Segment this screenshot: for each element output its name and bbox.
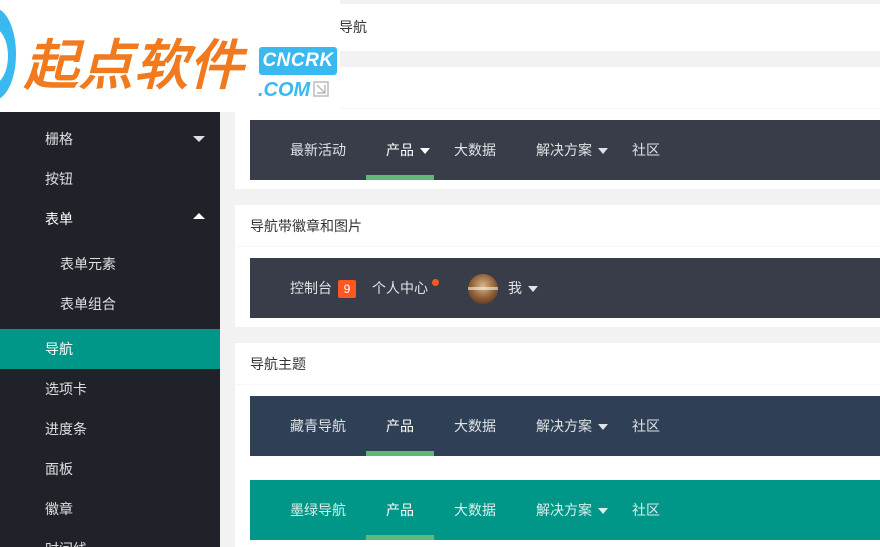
logo-text: 起点软件 [24,34,244,97]
sidebar-item-label: 面板 [45,461,73,477]
sidebar-item-label: 按钮 [45,171,73,187]
card-title: 导航主题 [235,343,880,385]
sidebar-item-label: 栅格 [45,131,73,147]
sidebar-item-label: 徽章 [45,501,73,517]
sidebar-subitem-form-group[interactable]: 表单组合 [0,284,220,324]
nav-item-label: 解决方案 [536,502,592,518]
nav-item-label: 产品 [386,142,414,158]
sidebar-subitem-form-elements[interactable]: 表单元素 [0,244,220,284]
nav-item-label: 解决方案 [536,142,592,158]
nav-item-solutions[interactable]: 解决方案 [536,120,608,180]
chevron-up-icon [193,213,205,219]
nav-item-product[interactable]: 产品 [386,120,430,180]
sidebar-item-label: 选项卡 [45,381,87,397]
nav-theme-green: 墨绿导航 产品 大数据 解决方案 社区 [250,480,880,540]
nav-item-label: 个人中心 [372,280,428,296]
nav-item-community[interactable]: 社区 [632,120,660,180]
card-theme-nav: 导航主题 藏青导航 产品 大数据 解决方案 社区 墨绿导航 产品 大数据 解决方… [235,343,880,547]
sidebar-item-nav[interactable]: 导航 [0,329,220,369]
nav-badge: 控制台 9 个人中心 我 [250,258,880,318]
chevron-down-icon [528,286,538,293]
logo-domain: .COM [258,79,311,101]
active-underline [366,535,434,540]
nav-item-community[interactable]: 社区 [632,396,660,456]
active-underline [366,175,434,180]
sidebar-item-label: 导航 [45,341,73,357]
notification-dot [432,279,439,286]
sidebar-item-panel[interactable]: 面板 [0,449,220,489]
nav-item-solutions[interactable]: 解决方案 [536,396,608,456]
nav-item-bigdata[interactable]: 大数据 [454,120,496,180]
nav-item-label: 控制台 [290,280,332,296]
sidebar-item-label: 表单组合 [60,296,116,312]
active-underline [366,451,434,456]
nav-item-solutions[interactable]: 解决方案 [536,480,608,540]
sidebar-item-badge[interactable]: 徽章 [0,489,220,529]
nav-item-me[interactable]: 我 [468,258,538,318]
chevron-down-icon [598,148,608,155]
nav-item-product[interactable]: 产品 [386,396,414,456]
sidebar-item-timeline[interactable]: 时间线 [0,529,220,547]
card-badge-nav: 导航带徽章和图片 控制台 9 个人中心 我 [235,205,880,327]
logo-badge: CNCRK [259,47,337,75]
nav-item-green-theme[interactable]: 墨绿导航 [290,480,346,540]
avatar [468,274,498,305]
nav-item-latest[interactable]: 最新活动 [290,120,346,180]
nav-item-bigdata[interactable]: 大数据 [454,396,496,456]
nav-item-label: 我 [508,280,522,296]
sidebar-item-label: 时间线 [45,529,87,547]
sidebar-item-label: 表单元素 [60,256,116,272]
logo-mark-icon [313,81,329,97]
sidebar-item-label: 进度条 [45,421,87,437]
sidebar-item-grid[interactable]: 栅格 [0,119,220,159]
nav-item-console[interactable]: 控制台 9 [290,258,356,318]
nav-item-product[interactable]: 产品 [386,480,414,540]
nav-theme-cyan: 藏青导航 产品 大数据 解决方案 社区 [250,396,880,456]
nav-item-community[interactable]: 社区 [632,480,660,540]
chevron-down-icon [598,424,608,431]
chevron-down-icon [420,148,430,155]
sidebar-item-label: 表单 [45,211,73,227]
count-badge: 9 [338,280,356,299]
sidebar-item-button[interactable]: 按钮 [0,159,220,199]
nav-item-bigdata[interactable]: 大数据 [454,480,496,540]
nav-item-cyan-theme[interactable]: 藏青导航 [290,396,346,456]
nav-item-profile[interactable]: 个人中心 [372,258,439,318]
nav-item-label: 解决方案 [536,418,592,434]
sidebar-item-progress[interactable]: 进度条 [0,409,220,449]
nav-default: 最新活动 产品 大数据 解决方案 社区 [250,120,880,180]
sidebar-item-form[interactable]: 表单 [0,199,220,239]
card-title: 导航带徽章和图片 [235,205,880,247]
chevron-down-icon [193,136,205,142]
chevron-down-icon [598,508,608,515]
sidebar-item-tabs[interactable]: 选项卡 [0,369,220,409]
logo: 起点软件 CNCRK .COM [0,0,340,112]
breadcrumb: 导航 [339,19,367,35]
